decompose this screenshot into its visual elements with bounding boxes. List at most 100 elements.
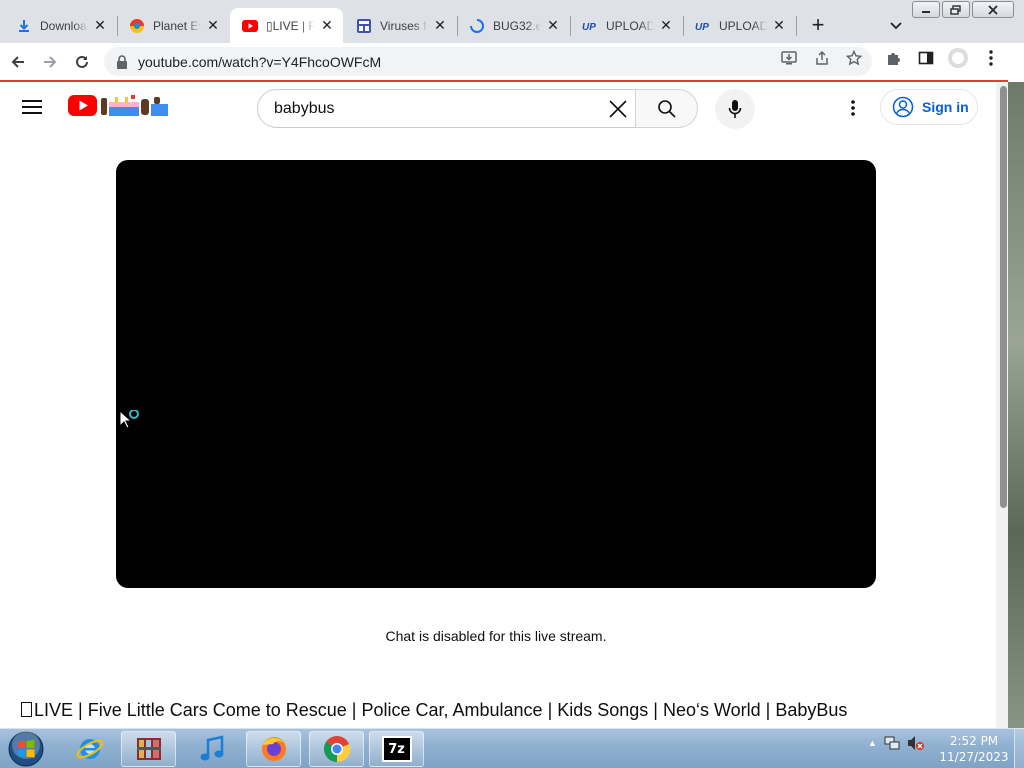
tab-separator — [796, 16, 797, 36]
tab-downloads[interactable]: Downloads ✕ — [4, 8, 116, 43]
uploadee-icon: UP — [582, 18, 598, 34]
tab-close-icon[interactable]: ✕ — [658, 17, 674, 34]
windows-taskbar: 7z ▲ 2:52 PM 11/27/2023 — [0, 728, 1024, 768]
microphone-icon — [728, 100, 742, 118]
install-app-icon[interactable] — [780, 49, 798, 67]
reload-icon — [76, 55, 88, 68]
scrollbar-thumb[interactable] — [1000, 86, 1007, 508]
chat-disabled-message: Chat is disabled for this live stream. — [385, 628, 607, 644]
windows-start-orb-icon — [8, 731, 44, 767]
taskbar-chrome[interactable] — [309, 731, 364, 767]
desktop-screen: Downloads ✕ Planet Ev ✕ ▯LIVE | Fiv ✕ Vi… — [0, 0, 1024, 768]
forward-arrow-icon — [44, 56, 57, 68]
back-button[interactable] — [5, 49, 31, 75]
tab-title: Viruses fo — [380, 18, 428, 33]
tab-upload-2[interactable]: UP UPLOAD ✕ — [683, 8, 795, 43]
window-controls — [912, 1, 1014, 18]
tab-title: ▯LIVE | Fiv — [266, 18, 315, 33]
tab-bug32[interactable]: BUG32.exe ✕ — [457, 8, 569, 43]
taskbar-itunes[interactable] — [184, 731, 239, 767]
profile-avatar-icon[interactable] — [947, 47, 969, 69]
tab-title: BUG32.exe — [493, 18, 541, 33]
taskbar-clock[interactable]: 2:52 PM 11/27/2023 — [938, 733, 1010, 765]
hamburger-line — [22, 100, 42, 102]
tab-close-icon[interactable]: ✕ — [771, 17, 787, 34]
tab-close-icon[interactable]: ✕ — [92, 17, 108, 34]
tab-title: UPLOAD — [606, 18, 654, 33]
forward-button[interactable] — [37, 49, 63, 75]
taskbar-firefox[interactable] — [246, 731, 301, 767]
taskbar-7zip[interactable]: 7z — [369, 731, 424, 767]
browser-tab-strip: Downloads ✕ Planet Ev ✕ ▯LIVE | Fiv ✕ Vi… — [0, 0, 1024, 43]
video-player[interactable] — [116, 160, 876, 588]
planet-favicon — [129, 18, 145, 34]
tab-upload-1[interactable]: UP UPLOAD ✕ — [570, 8, 682, 43]
tab-close-icon[interactable]: ✕ — [545, 17, 561, 34]
extensions-puzzle-icon[interactable] — [885, 49, 903, 67]
7zip-icon-label: 7z — [388, 741, 405, 757]
clear-search-icon[interactable] — [606, 97, 630, 121]
start-button[interactable] — [6, 730, 46, 768]
loading-spinner-icon — [469, 18, 485, 34]
hamburger-line — [22, 106, 42, 108]
uploadee-icon: UP — [695, 18, 711, 34]
restore-button[interactable] — [942, 1, 970, 18]
svg-text:UP: UP — [695, 22, 709, 32]
hamburger-line — [22, 112, 42, 114]
new-tab-button[interactable]: + — [806, 14, 830, 38]
page-icon — [356, 18, 372, 34]
guide-menu-button[interactable] — [20, 97, 44, 117]
browser-menu-icon[interactable] — [982, 49, 1000, 67]
chrome-icon — [323, 736, 350, 763]
taskbar-archive-app[interactable] — [121, 731, 176, 767]
tab-planet[interactable]: Planet Ev ✕ — [117, 8, 229, 43]
video-title: LIVE | Five Little Cars Come to Rescue |… — [21, 700, 847, 721]
tab-viruses[interactable]: Viruses fo ✕ — [344, 8, 456, 43]
itunes-icon — [200, 735, 223, 761]
bookmark-star-icon[interactable] — [845, 49, 863, 67]
show-desktop-button[interactable] — [1014, 729, 1024, 768]
minimize-button[interactable] — [912, 1, 940, 18]
missing-glyph-box — [21, 702, 32, 717]
side-panel-icon[interactable] — [917, 49, 935, 67]
address-bar[interactable]: youtube.com/watch?v=Y4FhcoOWFcM — [104, 47, 872, 76]
tab-close-icon[interactable]: ✕ — [205, 17, 221, 34]
window-close-button[interactable] — [972, 1, 1014, 18]
reload-button[interactable] — [69, 49, 95, 75]
7zip-icon: 7z — [381, 736, 412, 762]
clock-time: 2:52 PM — [949, 734, 999, 748]
volume-muted-icon[interactable] — [907, 735, 925, 751]
svg-text:UP: UP — [582, 22, 596, 32]
browser-toolbar: youtube.com/watch?v=Y4FhcoOWFcM — [0, 43, 1024, 80]
tab-title: UPLOAD — [719, 18, 767, 33]
search-input[interactable] — [274, 99, 574, 118]
tab-search-chevron-icon[interactable] — [884, 14, 908, 38]
show-hidden-icons-icon[interactable]: ▲ — [868, 738, 877, 748]
tab-close-icon[interactable]: ✕ — [319, 17, 335, 34]
voice-search-button[interactable] — [715, 89, 755, 129]
youtube-icon — [242, 18, 258, 34]
share-icon[interactable] — [813, 49, 831, 67]
back-arrow-icon — [11, 56, 24, 68]
sign-in-button[interactable]: Sign in — [880, 89, 978, 125]
taskbar-ie[interactable] — [62, 731, 117, 767]
system-tray: ▲ — [868, 735, 925, 751]
settings-more-icon[interactable] — [840, 95, 866, 121]
tab-title: Planet Ev — [153, 18, 201, 33]
search-button[interactable] — [635, 89, 698, 128]
clock-date: 11/27/2023 — [939, 750, 1009, 764]
network-icon[interactable] — [884, 735, 900, 751]
tab-youtube-live[interactable]: ▯LIVE | Fiv ✕ — [230, 8, 343, 43]
firefox-icon — [261, 737, 286, 761]
internet-explorer-icon — [76, 739, 103, 759]
youtube-page: Sign in Chat is disabled for this live s… — [0, 82, 1008, 728]
url-text: youtube.com/watch?v=Y4FhcoOWFcM — [138, 53, 382, 70]
desktop-wallpaper-strip — [1008, 82, 1024, 728]
search-box — [257, 89, 636, 128]
account-circle-icon — [892, 96, 914, 118]
tab-close-icon[interactable]: ✕ — [432, 17, 448, 34]
tab-title: Downloads — [40, 18, 88, 33]
video-title-text: LIVE | Five Little Cars Come to Rescue |… — [34, 700, 848, 720]
youtube-logo[interactable] — [68, 94, 168, 118]
search-icon — [657, 99, 676, 118]
